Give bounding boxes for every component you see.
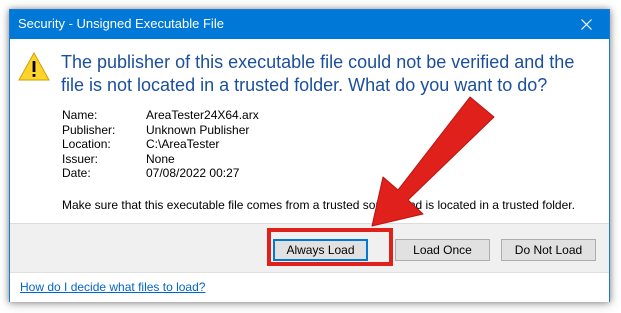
advice-text: Make sure that this executable file come… [62, 198, 575, 212]
warning-triangle-icon [18, 52, 50, 81]
do-not-load-button[interactable]: Do Not Load [501, 239, 596, 261]
security-dialog: Security - Unsigned Executable File The … [9, 9, 610, 302]
screen: Security - Unsigned Executable File The … [0, 0, 621, 313]
file-details: Name: AreaTester24X64.arx Publisher: Unk… [62, 108, 259, 181]
detail-row-location: Location: C:\AreaTester [62, 137, 259, 152]
detail-value: AreaTester24X64.arx [146, 108, 259, 122]
detail-value: None [146, 151, 175, 166]
detail-value: C:\AreaTester [146, 137, 220, 152]
detail-value: 07/08/2022 00:27 [146, 166, 240, 181]
detail-row-date: Date: 07/08/2022 00:27 [62, 166, 259, 181]
dialog-footer: How do I decide what files to load? [10, 272, 609, 302]
detail-label: Location: [62, 137, 111, 152]
dialog-headline: The publisher of this executable file co… [61, 52, 575, 95]
close-icon [581, 19, 592, 30]
load-once-button[interactable]: Load Once [395, 239, 490, 261]
detail-row-name: Name: AreaTester24X64.arx [62, 108, 259, 123]
title-bar[interactable]: Security - Unsigned Executable File [10, 10, 609, 39]
detail-row-publisher: Publisher: Unknown Publisher [62, 123, 259, 138]
always-load-button[interactable]: Always Load [273, 239, 368, 261]
help-link[interactable]: How do I decide what files to load? [20, 280, 205, 294]
detail-value: Unknown Publisher [146, 122, 250, 137]
detail-label: Publisher: [62, 122, 116, 137]
detail-row-issuer: Issuer: None [62, 152, 259, 167]
detail-label: Issuer: [62, 151, 99, 166]
close-button[interactable] [564, 10, 609, 39]
button-bar: Always Load Load Once Do Not Load [10, 223, 609, 272]
detail-label: Date: [62, 166, 91, 181]
window-title: Security - Unsigned Executable File [18, 16, 224, 31]
detail-label: Name: [62, 108, 98, 122]
